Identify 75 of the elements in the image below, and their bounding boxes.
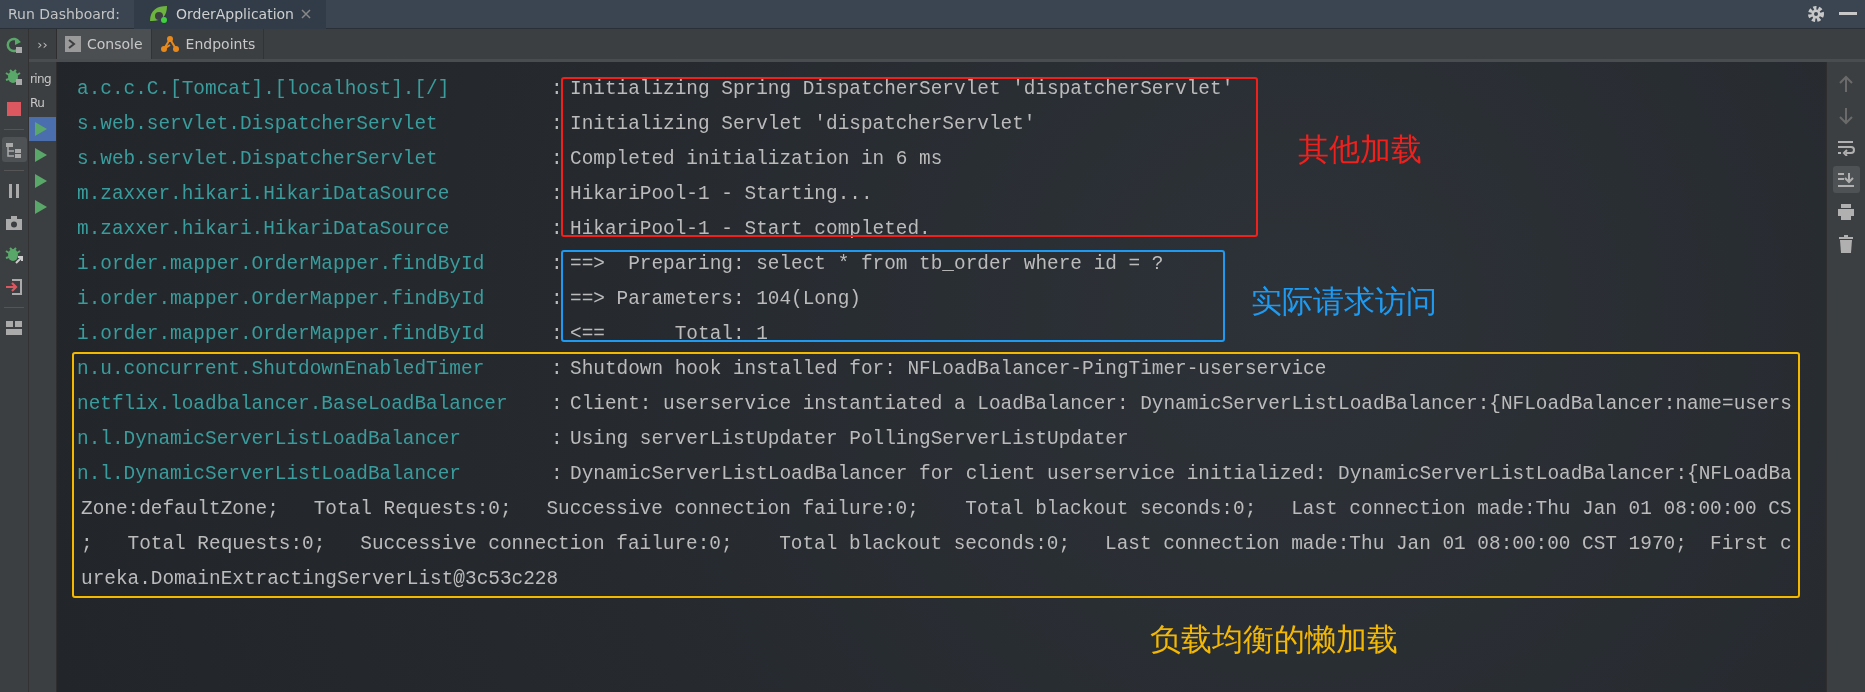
annotation-label: 其他加载 [1298,132,1422,168]
printer-icon [1837,203,1855,220]
separator: : [551,462,564,487]
play-icon [34,199,48,215]
log-message: HikariPool-1 - Starting... [570,182,873,207]
annotation-label: 负载均衡的懒加载 [1150,622,1398,658]
trash-icon [1839,234,1853,253]
log-message: ureka.DomainExtractingServerList@3c53c228 [80,567,559,592]
logger-name: a.c.c.C.[Tomcat].[localhost].[/] [77,77,451,102]
app-tab[interactable]: OrderApplication [133,0,326,29]
tree-button[interactable] [1,137,27,162]
log-message: Using serverListUpdater PollingServerListUpdater [570,427,1129,452]
scroll-end-button[interactable] [1832,166,1860,193]
console-tab[interactable]: Console [57,29,152,59]
separator: : [551,322,564,347]
dashboard-title: Run Dashboard: [8,6,120,22]
pause-icon [7,182,21,199]
log-message: Client: userservice instantiated a LoadBalancer: DynamicServerListLoadBalancer:{NFLoadBalancer:name=users [570,392,1792,417]
tree-label[interactable]: ring [29,67,52,91]
logger-name: netflix.loadbalancer.BaseLoadBalancer [77,392,509,417]
bug-icon [5,245,23,264]
play-icon [34,147,48,163]
logger-name: n.l.DynamicServerListLoadBalancer [77,427,462,452]
bug-icon [5,67,23,86]
log-message: <== Total: 1 [570,322,768,347]
log-message: DynamicServerListLoadBalancer for client userservice initialized: DynamicServerListLoadBalancer:{NFLoadBa [570,462,1792,487]
log-message: ==> Preparing: select * from tb_order where id = ? [570,252,1164,277]
log-message: Completed initialization in 6 ms [570,147,943,172]
layout-icon [5,319,23,336]
tree-label[interactable]: Ru [29,91,45,115]
logger-name: s.web.servlet.DispatcherServlet [77,147,439,172]
logger-name: i.order.mapper.OrderMapper.findById [77,322,486,347]
settings-icon[interactable] [1807,5,1825,23]
close-icon[interactable] [300,8,312,20]
stop-icon [6,100,22,117]
separator: : [551,112,564,137]
log-message: HikariPool-1 - Start completed. [570,217,931,242]
scroll-end-icon [1837,171,1855,188]
endpoints-tab[interactable]: Endpoints [151,29,265,59]
logger-name: n.u.concurrent.ShutdownEnabledTimer [77,357,486,382]
wrap-icon [1837,139,1855,156]
up-arrow-icon [1838,74,1854,93]
log-message: Initializing Servlet 'dispatcherServlet' [570,112,1036,137]
play-icon [34,121,48,137]
camera-icon [5,214,23,231]
leaf-icon [147,4,170,24]
terminal-icon [65,36,81,52]
separator: : [551,252,564,277]
network-icon [159,35,180,53]
minimize-icon[interactable] [1839,12,1857,16]
log-message: ==> Parameters: 104(Long) [570,287,861,312]
separator: : [551,287,564,312]
separator: : [551,392,564,417]
down-arrow-icon [1838,106,1854,125]
log-message: Shutdown hook installed for: NFLoadBalancer-PingTimer-userservice [570,357,1327,382]
logger-name: n.l.DynamicServerListLoadBalancer [77,462,462,487]
rerun-icon [5,35,23,54]
logger-name: s.web.servlet.DispatcherServlet [77,112,439,137]
separator: : [551,77,564,102]
log-message: Initializing Spring DispatcherServlet 'dispatcherServlet' [570,77,1234,102]
logger-name: i.order.mapper.OrderMapper.findById [77,252,486,277]
separator: : [551,217,564,242]
play-icon [34,173,48,189]
separator: : [551,182,564,207]
tree-icon [5,140,23,159]
logger-name: m.zaxxer.hikari.HikariDataSource [77,217,451,242]
separator: : [551,427,564,452]
logger-name: m.zaxxer.hikari.HikariDataSource [77,182,451,207]
separator: : [551,357,564,382]
log-message: Zone:defaultZone; Total Requests:0; Successive connection failure:0; Total blackout seconds:0; Last connection made:Thu Jan 01 08:00:00 CS [80,497,1792,522]
annotation-label: 实际请求访问 [1251,284,1437,320]
log-message: ; Total Requests:0; Successive connection failure:0; Total blackout seconds:0; Last connection made:Thu Jan 01 08:00:00 CST 1970; First c [80,532,1792,557]
separator: : [551,147,564,172]
exit-icon [5,277,23,296]
logger-name: i.order.mapper.OrderMapper.findById [77,287,486,312]
